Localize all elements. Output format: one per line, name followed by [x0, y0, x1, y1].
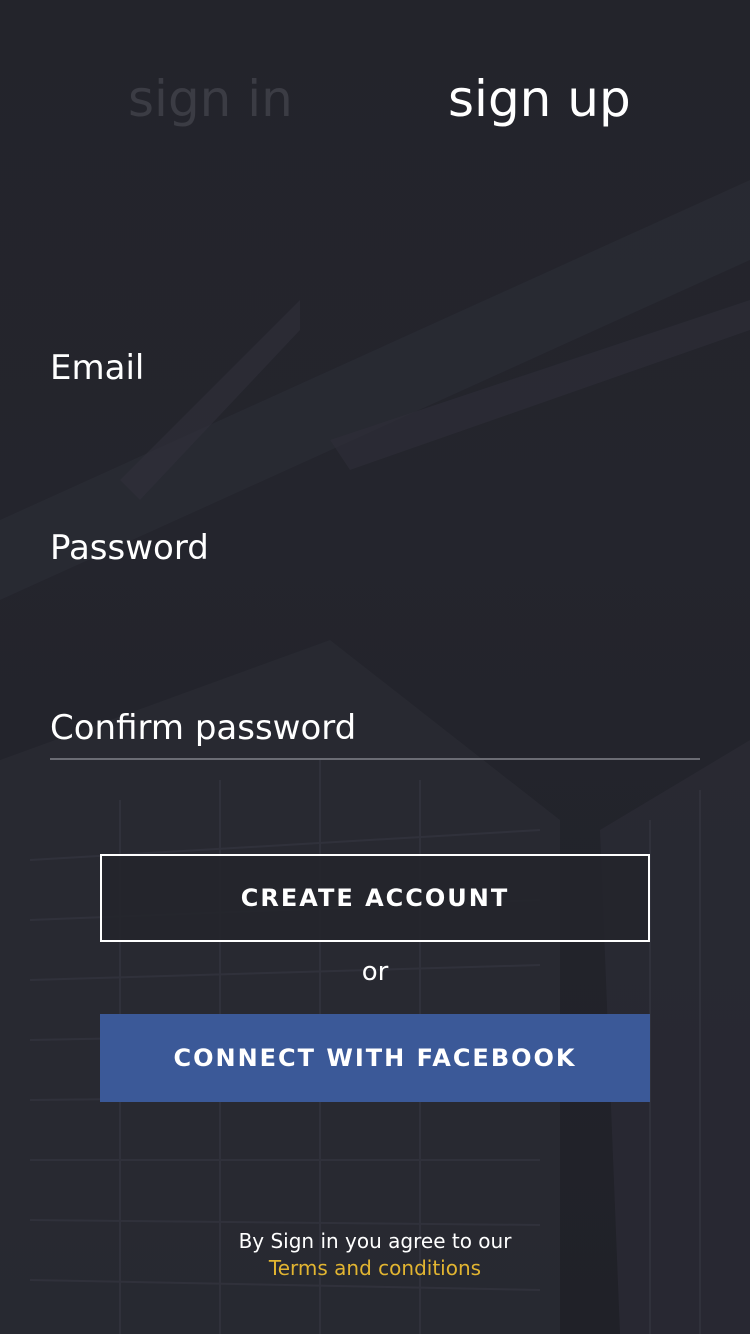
confirm-password-input[interactable] [50, 708, 706, 760]
terms-link[interactable]: Terms and conditions [0, 1254, 750, 1282]
agree-text: By Sign in you agree to our [238, 1229, 512, 1253]
signup-screen: sign in sign up Email Password Confirm p… [0, 0, 750, 1334]
password-field[interactable]: Password [50, 528, 706, 580]
password-input[interactable] [50, 528, 706, 580]
confirm-password-underline [50, 758, 700, 760]
connect-facebook-button[interactable]: CONNECT WITH FACEBOOK [100, 1014, 650, 1102]
terms-footer: By Sign in you agree to our Terms and co… [0, 1228, 750, 1282]
email-input[interactable] [50, 348, 706, 400]
or-divider-text: or [361, 957, 389, 987]
confirm-password-field[interactable]: Confirm password [50, 708, 706, 760]
tab-sign-in[interactable]: sign in [128, 68, 293, 130]
email-field[interactable]: Email [50, 348, 706, 400]
background-image [0, 180, 750, 1334]
create-account-button[interactable]: CREATE ACCOUNT [100, 854, 650, 942]
tab-sign-up[interactable]: sign up [448, 68, 631, 130]
